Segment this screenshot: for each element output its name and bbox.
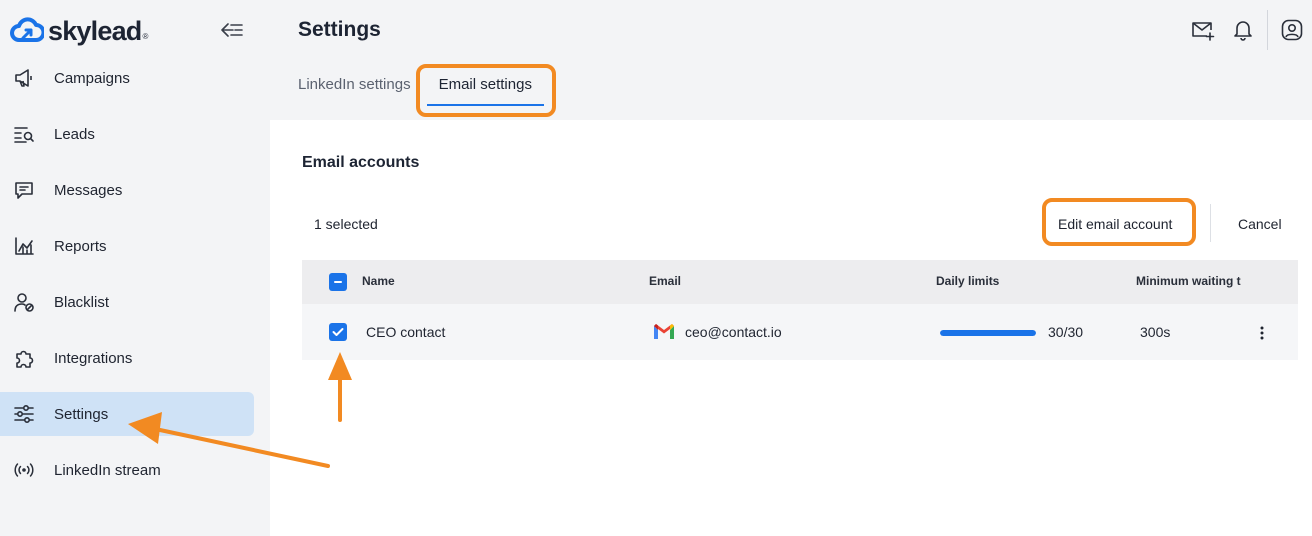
page-title: Settings xyxy=(298,18,381,41)
gmail-icon xyxy=(654,324,674,339)
column-header-email: Email xyxy=(649,274,682,288)
sidebar-item-label: Leads xyxy=(54,125,95,143)
sidebar-item-integrations[interactable]: Integrations xyxy=(0,336,254,380)
collapse-arrow-icon xyxy=(221,23,243,37)
header-actions xyxy=(1183,10,1312,50)
header-divider xyxy=(1267,10,1268,50)
email-accounts-panel: Email accounts 1 selected Edit email acc… xyxy=(270,120,1312,536)
sidebar-item-label: Reports xyxy=(54,237,107,255)
skylead-logo[interactable]: skylead ® xyxy=(10,14,148,48)
daily-limit-value: 30/30 xyxy=(1048,324,1084,340)
sidebar-item-label: Blacklist xyxy=(54,293,110,311)
tab-linkedin-settings[interactable]: LinkedIn settings xyxy=(298,68,411,104)
megaphone-icon xyxy=(12,66,36,90)
selected-count: 1 selected xyxy=(314,216,378,232)
daily-limit-progress xyxy=(940,330,1036,336)
cancel-button[interactable]: Cancel xyxy=(1238,216,1282,232)
sidebar-item-label: Settings xyxy=(54,405,109,423)
collapse-sidebar-button[interactable] xyxy=(218,18,246,42)
sidebar-item-linkedin-stream[interactable]: LinkedIn stream xyxy=(0,448,254,492)
table-header: Name Email Daily limits Minimum waiting … xyxy=(302,260,1298,304)
column-header-min-waiting: Minimum waiting t xyxy=(1136,274,1241,288)
sidebar-item-settings[interactable]: Settings xyxy=(0,392,254,436)
sidebar: skylead ® Campaigns Leads Messages Repor… xyxy=(0,0,270,536)
page-header: Settings LinkedIn settings Email setting… xyxy=(270,0,1312,120)
sidebar-item-campaigns[interactable]: Campaigns xyxy=(0,56,254,100)
bell-icon xyxy=(1234,21,1252,41)
puzzle-icon xyxy=(12,346,36,370)
sidebar-item-blacklist[interactable]: Blacklist xyxy=(0,280,254,324)
sidebar-nav: Campaigns Leads Messages Reports Blackli… xyxy=(0,56,270,504)
row-checkbox[interactable] xyxy=(329,323,347,341)
column-header-name: Name xyxy=(362,274,395,288)
section-title: Email accounts xyxy=(302,154,420,171)
sidebar-item-messages[interactable]: Messages xyxy=(0,168,254,212)
settings-tabs: LinkedIn settings Email settings xyxy=(298,68,560,106)
min-waiting-value: 300s xyxy=(1140,324,1171,340)
sidebar-item-leads[interactable]: Leads xyxy=(0,112,254,156)
column-header-daily-limits: Daily limits xyxy=(936,274,1000,288)
select-all-checkbox[interactable] xyxy=(329,273,347,291)
notifications-button[interactable] xyxy=(1223,10,1263,50)
table-row[interactable]: CEO contact ceo@contact.io 30/30 300s xyxy=(302,304,1298,360)
edit-email-account-button[interactable]: Edit email account xyxy=(1058,216,1172,232)
sidebar-item-label: Integrations xyxy=(54,349,133,367)
check-icon xyxy=(332,328,344,336)
action-divider xyxy=(1210,204,1211,242)
chart-icon xyxy=(12,234,36,258)
sidebar-item-reports[interactable]: Reports xyxy=(0,224,254,268)
brand-name: skylead xyxy=(48,15,142,46)
profile-button[interactable] xyxy=(1272,10,1312,50)
list-search-icon xyxy=(12,122,36,146)
user-circle-icon xyxy=(1281,19,1303,41)
tab-email-settings[interactable]: Email settings xyxy=(426,68,545,106)
broadcast-icon xyxy=(12,458,36,482)
message-icon xyxy=(12,178,36,202)
mail-plus-icon xyxy=(1192,22,1215,41)
row-menu-button[interactable] xyxy=(1252,322,1272,344)
sidebar-item-label: Campaigns xyxy=(54,69,130,87)
sliders-icon xyxy=(12,402,36,426)
compose-email-button[interactable] xyxy=(1183,10,1223,50)
account-email: ceo@contact.io xyxy=(685,324,782,340)
sidebar-item-label: LinkedIn stream xyxy=(54,461,161,479)
brand-registered-mark: ® xyxy=(142,31,149,41)
minus-icon xyxy=(334,281,342,283)
user-block-icon xyxy=(12,290,36,314)
daily-limit-progress-fill xyxy=(940,330,1036,336)
sidebar-item-label: Messages xyxy=(54,181,123,199)
cloud-logo-icon xyxy=(10,17,44,42)
account-name: CEO contact xyxy=(366,324,446,340)
more-vertical-icon xyxy=(1260,326,1264,340)
